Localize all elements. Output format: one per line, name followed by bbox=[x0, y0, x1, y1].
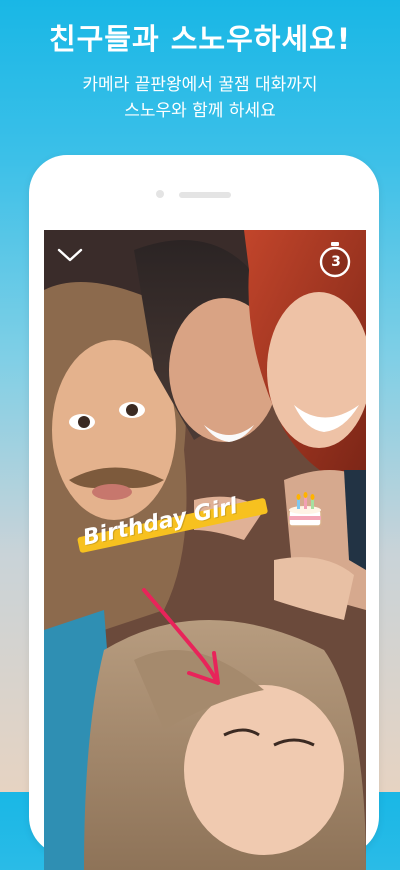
headline: 친구들과 스노우하세요! bbox=[48, 22, 352, 56]
chevron-down-icon[interactable] bbox=[56, 245, 84, 265]
phone-frame: 3 Birthday Girl bbox=[29, 155, 379, 870]
birthday-cake-icon bbox=[288, 492, 322, 527]
subtitle-line-2: 스노우와 함께 하세요 bbox=[124, 101, 276, 121]
timer-value: 3 bbox=[331, 254, 341, 270]
front-camera bbox=[156, 190, 164, 198]
subtitle-line-1: 카메라 끝판왕에서 꿀잼 대화까지 bbox=[82, 75, 318, 95]
speaker-grille bbox=[179, 192, 231, 198]
camera-screen: 3 Birthday Girl bbox=[44, 230, 366, 870]
arrow-doodle-icon bbox=[142, 588, 220, 685]
